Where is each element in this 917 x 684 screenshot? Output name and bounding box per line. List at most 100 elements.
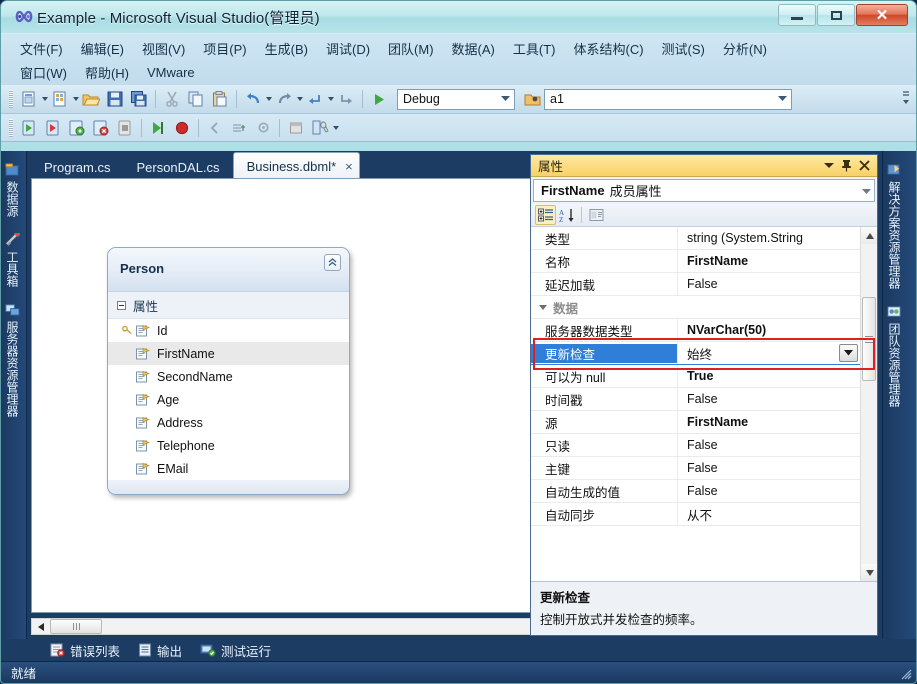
alphabetical-sort-button[interactable]: A Z <box>556 205 577 225</box>
new-project-dropdown-icon[interactable] <box>42 97 48 101</box>
minimize-button[interactable] <box>778 4 816 26</box>
window-layout-button[interactable] <box>285 117 307 139</box>
property-value-auto-sync[interactable]: 从不 <box>677 503 860 525</box>
scroll-left-button[interactable] <box>32 619 49 634</box>
properties-grid-scrollbar[interactable] <box>860 227 877 581</box>
undo-dropdown-icon[interactable] <box>266 97 272 101</box>
breakpoint-button[interactable] <box>171 117 193 139</box>
property-row-primary-key[interactable]: 主键 False <box>531 457 860 480</box>
property-pages-button[interactable] <box>586 205 607 225</box>
sidebar-item-toolbox[interactable]: 工具箱 <box>1 227 24 297</box>
menu-item-window[interactable]: 窗口(W) <box>11 61 76 84</box>
toolbar-grip[interactable] <box>9 90 13 108</box>
menu-item-analyze[interactable]: 分析(N) <box>714 37 776 60</box>
paste-button[interactable] <box>209 88 231 110</box>
property-row-type[interactable]: 类型 string (System.String <box>531 227 860 250</box>
menu-item-tools[interactable]: 工具(T) <box>504 37 565 60</box>
tab-persondal-cs[interactable]: PersonDAL.cs <box>123 155 232 179</box>
property-value-dropdown-button[interactable] <box>839 344 858 362</box>
menu-item-help[interactable]: 帮助(H) <box>76 61 138 84</box>
property-row-nullable[interactable]: 可以为 null True <box>531 365 860 388</box>
category-expander-icon[interactable] <box>539 305 547 310</box>
grid-scroll-up-button[interactable] <box>861 227 877 244</box>
navigate-backward-dropdown-icon[interactable] <box>328 97 334 101</box>
save-all-button[interactable] <box>128 88 150 110</box>
restart-button[interactable] <box>90 117 112 139</box>
maximize-button[interactable] <box>817 4 855 26</box>
tab-program-cs[interactable]: Program.cs <box>31 155 123 179</box>
entity-property-email[interactable]: EMail <box>108 457 349 480</box>
tab-close-icon[interactable]: × <box>345 159 353 174</box>
save-button[interactable] <box>104 88 126 110</box>
cut-button[interactable] <box>161 88 183 110</box>
panel-close-button[interactable] <box>859 160 870 171</box>
settings-button[interactable] <box>252 117 274 139</box>
entity-property-telephone[interactable]: Telephone <box>108 434 349 457</box>
sidebar-item-server-explorer[interactable]: 服务器资源管理器 <box>1 297 24 427</box>
property-value-update-check[interactable]: 始终 <box>677 342 860 364</box>
redo-button[interactable] <box>273 88 295 110</box>
menu-item-architecture[interactable]: 体系结构(C) <box>564 37 652 60</box>
step-into-button[interactable] <box>18 117 40 139</box>
horizontal-scroll-thumb[interactable] <box>50 619 102 634</box>
sidebar-item-solution-explorer[interactable]: 解决方案资源管理器 <box>883 157 906 299</box>
property-value-primary-key[interactable]: False <box>677 457 860 479</box>
close-button[interactable]: ✕ <box>856 4 908 26</box>
menu-item-edit[interactable]: 编辑(E) <box>72 37 133 60</box>
property-category-data[interactable]: 数据 <box>531 296 860 319</box>
entity-collapse-button[interactable] <box>324 254 341 271</box>
copy-button[interactable] <box>185 88 207 110</box>
solution-platform-combo[interactable]: a1 <box>544 89 792 110</box>
properties-grid-scroll-thumb[interactable] <box>862 297 876 381</box>
step-over-button[interactable] <box>42 117 64 139</box>
solution-platform-icon-button[interactable] <box>521 88 543 110</box>
property-row-timestamp[interactable]: 时间戳 False <box>531 388 860 411</box>
property-row-source[interactable]: 源 FirstName <box>531 411 860 434</box>
resize-grip-icon[interactable] <box>898 666 912 680</box>
property-value-type[interactable]: string (System.String <box>677 227 860 249</box>
property-value-server-data-type[interactable]: NVarChar(50) <box>677 319 860 341</box>
navigate-forward-button[interactable] <box>335 88 357 110</box>
property-row-auto-sync[interactable]: 自动同步 从不 <box>531 503 860 526</box>
property-row-delay-loaded[interactable]: 延迟加载 False <box>531 273 860 296</box>
tools-button[interactable] <box>309 117 331 139</box>
property-value-readonly[interactable]: False <box>677 434 860 456</box>
property-row-update-check[interactable]: 更新检查 始终 <box>531 342 860 365</box>
grid-scroll-down-button[interactable] <box>861 564 877 581</box>
entity-property-firstname[interactable]: FirstName <box>108 342 349 365</box>
panel-menu-button[interactable] <box>824 162 834 169</box>
menu-item-test[interactable]: 测试(S) <box>653 37 714 60</box>
property-value-delay-loaded[interactable]: False <box>677 273 860 295</box>
entity-person[interactable]: Person 属性 <box>107 247 350 495</box>
new-project-button[interactable] <box>18 88 40 110</box>
menu-item-debug[interactable]: 调试(D) <box>317 37 379 60</box>
entity-property-secondname[interactable]: SecondName <box>108 365 349 388</box>
property-value-auto-generated[interactable]: False <box>677 480 860 502</box>
menu-item-project[interactable]: 项目(P) <box>194 37 255 60</box>
categorized-view-button[interactable] <box>535 205 556 225</box>
debug-toolbar-overflow-icon[interactable] <box>333 126 339 130</box>
sidebar-item-data-sources[interactable]: 数据源 <box>1 157 24 227</box>
property-row-auto-generated[interactable]: 自动生成的值 False <box>531 480 860 503</box>
solution-configuration-combo[interactable]: Debug <box>397 89 515 110</box>
debug-toolbar-grip[interactable] <box>9 119 13 137</box>
add-new-item-dropdown-icon[interactable] <box>73 97 79 101</box>
entity-property-address[interactable]: Address <box>108 411 349 434</box>
previous-bookmark-button[interactable] <box>204 117 226 139</box>
property-value-name[interactable]: FirstName <box>677 250 860 272</box>
add-new-item-button[interactable] <box>49 88 71 110</box>
property-value-timestamp[interactable]: False <box>677 388 860 410</box>
property-value-source[interactable]: FirstName <box>677 411 860 433</box>
menu-item-view[interactable]: 视图(V) <box>133 37 194 60</box>
toolbar-overflow-button[interactable] <box>900 90 912 108</box>
menu-item-build[interactable]: 生成(B) <box>256 37 317 60</box>
entity-property-id[interactable]: Id <box>108 319 349 342</box>
entity-property-age[interactable]: Age <box>108 388 349 411</box>
property-row-server-data-type[interactable]: 服务器数据类型 NVarChar(50) <box>531 319 860 342</box>
expander-icon[interactable] <box>117 301 126 310</box>
tab-business-dbml[interactable]: Business.dbml* × <box>233 152 360 179</box>
run-to-cursor-button[interactable] <box>147 117 169 139</box>
property-row-name[interactable]: 名称 FirstName <box>531 250 860 273</box>
stop-debugging-button[interactable] <box>114 117 136 139</box>
properties-object-selector[interactable]: FirstName 成员属性 <box>533 179 875 202</box>
